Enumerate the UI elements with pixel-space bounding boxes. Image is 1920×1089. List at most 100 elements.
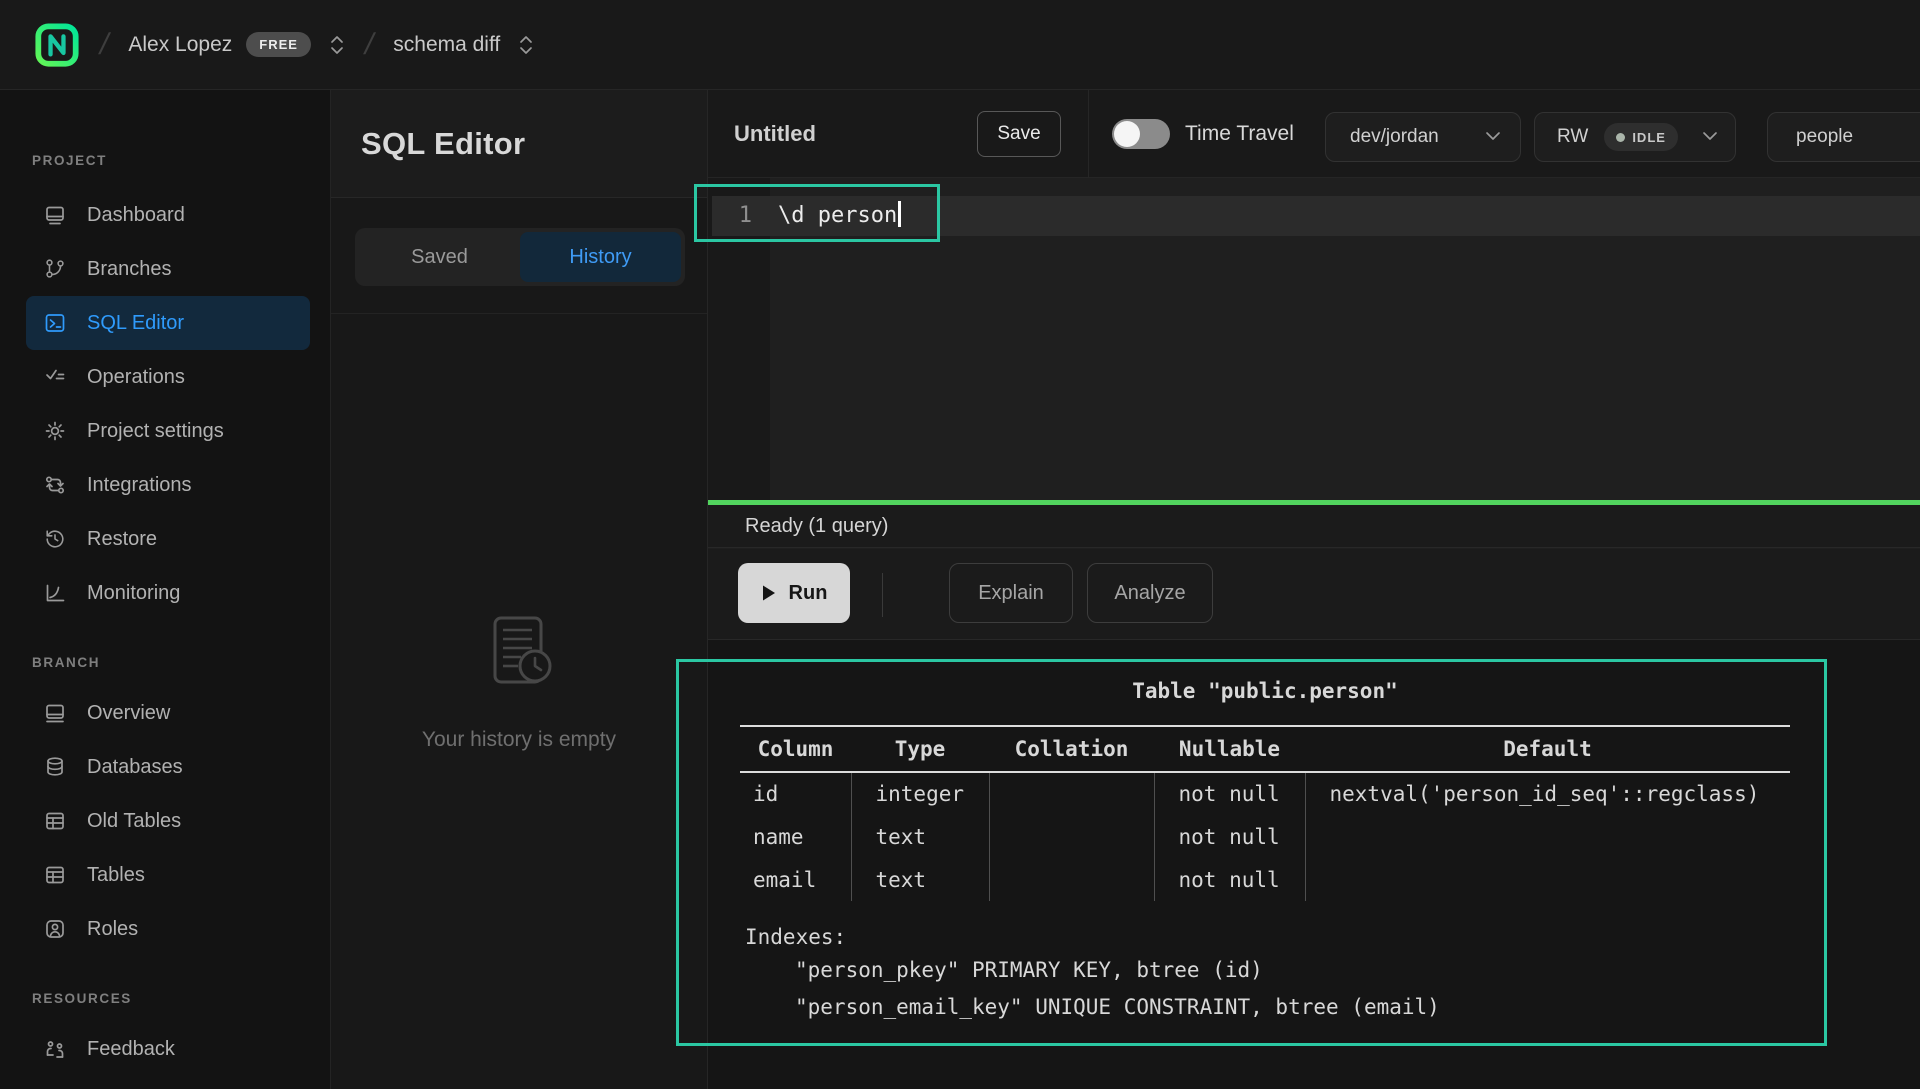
query-title[interactable]: Untitled [734,90,816,178]
sidebar-item-integrations[interactable]: Integrations [26,458,310,512]
sidebar-item-label: Integrations [87,474,192,497]
time-travel-label: Time Travel [1185,90,1294,178]
explain-button[interactable]: Explain [949,563,1073,623]
sidebar-section-branch: BRANCH [0,644,330,680]
editor-toolbar: Untitled Save Time Travel dev/jordan RW … [708,90,1920,178]
cell [989,815,1154,858]
column-header: Collation [989,726,1154,772]
sidebar-item-feedback[interactable]: Feedback [26,1022,310,1076]
table-icon [44,864,66,886]
sidebar-item-label: Dashboard [87,204,185,227]
analyze-button[interactable]: Analyze [1087,563,1213,623]
branch-select[interactable]: dev/jordan [1325,112,1521,162]
gear-icon [44,420,66,442]
status-text: Ready (1 query) [745,515,888,538]
indexes-block: Indexes: "person_pkey" PRIMARY KEY, btre… [740,922,1790,1026]
database-select[interactable]: people [1767,112,1920,162]
sidebar-item-label: Project settings [87,420,224,443]
top-bar: / Alex Lopez FREE / schema diff [0,0,1920,90]
code-line[interactable]: \d person [778,196,901,236]
divider [1088,90,1089,178]
results-panel: Table "public.person" Column Type Collat… [708,640,1920,1089]
sidebar-item-operations[interactable]: Operations [26,350,310,404]
sidebar-item-restore[interactable]: Restore [26,512,310,566]
sidebar-item-label: Overview [87,702,170,725]
sidebar-item-sql-editor[interactable]: SQL Editor [26,296,310,350]
branch-select-value: dev/jordan [1350,126,1439,148]
sidebar-item-old-tables[interactable]: Old Tables [26,794,310,848]
saved-history-tabs: Saved History [355,228,685,286]
branches-icon [44,258,66,280]
sidebar: PROJECT Dashboard Branches SQL Editor Op… [0,90,331,1089]
toggle-knob [1114,121,1140,147]
sidebar-item-project-settings[interactable]: Project settings [26,404,310,458]
cell: nextval('person_id_seq'::regclass) [1305,772,1790,815]
breadcrumb-separator: / [361,28,377,62]
database-select-value: people [1796,126,1853,148]
history-empty-icon [473,610,565,702]
sidebar-item-monitoring[interactable]: Monitoring [26,566,310,620]
operations-icon [44,366,66,388]
neon-logo-icon[interactable] [34,22,80,68]
project-switcher-chevrons-icon[interactable] [518,32,534,58]
history-empty-state: Your history is empty [331,610,707,752]
cell: text [851,815,989,858]
cell: integer [851,772,989,815]
actions-row: Run Explain Analyze [708,549,1920,640]
sidebar-item-branches[interactable]: Branches [26,242,310,296]
query-history-panel: SQL Editor Saved History Your history is… [331,90,708,1089]
sidebar-item-overview[interactable]: Overview [26,686,310,740]
restore-icon [44,528,66,550]
status-bar: Ready (1 query) [708,505,1920,548]
run-button-label: Run [789,582,828,605]
org-switcher-chevrons-icon[interactable] [329,32,345,58]
sidebar-item-dashboard[interactable]: Dashboard [26,188,310,242]
sidebar-item-tables[interactable]: Tables [26,848,310,902]
sidebar-item-label: SQL Editor [87,312,184,335]
save-button[interactable]: Save [977,111,1061,157]
time-travel-toggle[interactable] [1112,119,1170,149]
feedback-icon [44,1038,66,1060]
run-button[interactable]: Run [738,563,850,623]
breadcrumb-org[interactable]: Alex Lopez [128,33,232,57]
breadcrumb-separator: / [96,28,112,62]
sql-editor-panel: Untitled Save Time Travel dev/jordan RW … [708,90,1920,1089]
cell: id [740,772,851,815]
sidebar-item-label: Restore [87,528,157,551]
breadcrumb-project[interactable]: schema diff [393,33,500,57]
tab-history[interactable]: History [520,232,681,282]
sidebar-item-label: Branches [87,258,172,281]
sidebar-item-label: Databases [87,756,183,779]
cell: not null [1154,772,1305,815]
page-title: SQL Editor [361,126,525,162]
sidebar-item-label: Tables [87,864,145,887]
divider [882,573,883,617]
sidebar-section-project: PROJECT [0,142,330,178]
tab-saved[interactable]: Saved [359,232,520,282]
cell [1305,815,1790,858]
sidebar-item-databases[interactable]: Databases [26,740,310,794]
cell: text [851,858,989,901]
column-header: Default [1305,726,1790,772]
table-icon [44,810,66,832]
cell [1305,858,1790,901]
database-icon [44,756,66,778]
text-cursor [898,201,901,227]
index-entry: "person_pkey" PRIMARY KEY, btree (id) [740,952,1790,989]
sidebar-item-roles[interactable]: Roles [26,902,310,956]
line-number: 1 [708,196,752,236]
code-text: \d person [778,203,897,228]
column-header: Type [851,726,989,772]
sidebar-item-label: Feedback [87,1038,175,1061]
panel-header: SQL Editor [331,90,707,198]
compute-mode: RW [1557,126,1588,148]
cell: not null [1154,858,1305,901]
column-header: Column [740,726,851,772]
sidebar-item-label: Operations [87,366,185,389]
overview-icon [44,702,66,724]
roles-icon [44,918,66,940]
table-row: email text not null [740,858,1790,901]
code-editor[interactable]: 1 \d person [708,178,1920,500]
compute-select[interactable]: RW IDLE [1534,112,1736,162]
indexes-label: Indexes: [740,922,1790,952]
